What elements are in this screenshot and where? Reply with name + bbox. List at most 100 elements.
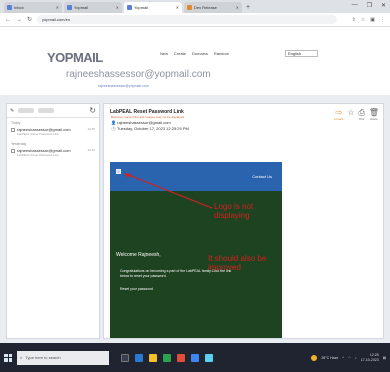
chrome-icon[interactable] <box>163 353 171 362</box>
reload-icon[interactable]: ↻ <box>27 16 32 23</box>
wifi-icon[interactable]: ◠ <box>348 356 351 360</box>
reset-password-link[interactable]: Reset your password <box>120 287 153 291</box>
close-window-button[interactable]: ✕ <box>381 2 386 9</box>
tab-label: Inbox <box>14 5 24 10</box>
refresh-icon[interactable]: ↻ <box>89 106 96 115</box>
file-explorer-icon[interactable] <box>149 353 157 362</box>
person-icon: 👤 <box>111 120 116 125</box>
language-select[interactable]: English <box>285 50 318 57</box>
welcome-heading: Welcome Rajneesh, <box>116 252 161 258</box>
weather-icon[interactable] <box>311 354 318 361</box>
window-controls: — ❐ ✕ <box>352 2 386 9</box>
share-icon[interactable]: ⇪ <box>352 17 356 23</box>
taskbar-search[interactable]: ⌕ Type here to search <box>17 350 109 365</box>
mail-time: 16:40 <box>87 148 95 152</box>
volume-icon[interactable]: ♪ <box>355 356 357 360</box>
system-tray: 26°C Haze ^ ◠ ♪ 12:25 17-10-2023 ▤ <box>311 353 386 362</box>
message-sender: 👤 rajneeshassessor@gmail.com <box>111 120 171 125</box>
clock[interactable]: 12:25 17-10-2023 <box>361 353 379 362</box>
app-icon[interactable] <box>205 353 213 362</box>
extensions-icon[interactable]: ▣ <box>370 17 375 23</box>
star-button[interactable]: ☆ <box>347 109 354 118</box>
menu-dots-icon[interactable]: ⋮ <box>380 17 385 23</box>
email-header-band: Contact Us <box>110 162 282 191</box>
browser-tab-yopmail-1[interactable]: Yopmail ✕ <box>64 2 122 13</box>
maximize-button[interactable]: ❐ <box>367 2 372 9</box>
edge-icon[interactable] <box>135 353 143 362</box>
create-link[interactable]: Create <box>174 51 186 56</box>
browser-tab-inbox[interactable]: Inbox ✕ <box>4 2 62 13</box>
windows-start-icon[interactable] <box>4 353 12 362</box>
message-tools: ⇨ Forward ☆ ⎙ Print 🗑 Delete <box>334 108 379 122</box>
reading-pane: LabPEAL Reset Password Link Bounces: som… <box>103 103 384 339</box>
inbox-address: rajneeshassessor@yopmail.com <box>66 69 211 80</box>
address-bar: ← → ↻ yopmail.com/en ⇪ ☆ ▣ ⋮ <box>0 13 390 27</box>
image-warning: Bounces: some links and images may not b… <box>111 115 185 119</box>
list-item[interactable]: rajneeshassessor@gmail.com LabPEAL Reset… <box>7 147 99 160</box>
alignment-annotation: It should also be improved <box>208 254 267 272</box>
url-text: yopmail.com/en <box>42 17 71 22</box>
mail-subject: LabPEAL Reset Password Link <box>17 132 59 136</box>
yopmail-header: YOPMAIL New Create Domains Random Englis… <box>0 27 390 95</box>
chevron-up-icon[interactable]: ^ <box>342 356 344 360</box>
url-field[interactable]: yopmail.com/en <box>37 15 338 24</box>
browser-tab-strip: Inbox ✕ Yopmail ✕ Yopmail ✕ Dev Release ✕ + … <box>0 0 390 13</box>
mail-icon <box>7 5 12 10</box>
app-icon[interactable] <box>177 353 185 362</box>
random-link[interactable]: Random <box>214 51 229 56</box>
mail-subject: LabPEAL Reset Password Link <box>17 153 59 157</box>
delete-button[interactable]: 🗑 Delete <box>368 108 379 122</box>
forward-icon: ⇨ <box>335 108 343 117</box>
new-link[interactable]: New <box>160 51 168 56</box>
email-content: Contact Us Welcome Rajneesh, Congratulat… <box>110 162 282 338</box>
checkbox[interactable] <box>11 127 15 132</box>
print-button[interactable]: ⎙ Print <box>358 108 365 122</box>
tab-label: Dev Release <box>194 5 217 10</box>
mail-main-area: ✎ ↻ Today rajneeshassessor@gmail.com Lab… <box>0 95 390 343</box>
orange-icon <box>187 5 192 10</box>
new-tab-button[interactable]: + <box>246 4 250 11</box>
app-icon[interactable] <box>191 353 199 362</box>
close-icon[interactable]: ✕ <box>236 5 239 10</box>
filter-pill[interactable] <box>18 108 35 113</box>
checkbox[interactable] <box>11 148 15 153</box>
message-date: 🕓 Tuesday, October 17, 2023 12:25:29 PM <box>111 126 189 131</box>
close-icon[interactable]: ✕ <box>176 5 179 10</box>
search-icon: ⌕ <box>20 355 23 360</box>
taskbar: ⌕ Type here to search 26°C Haze ^ ◠ ♪ 12… <box>0 343 390 372</box>
close-icon[interactable]: ✕ <box>56 5 59 10</box>
inbox-toolbar: ✎ ↻ <box>7 104 99 118</box>
star-icon: ☆ <box>347 108 355 117</box>
notifications-icon[interactable]: ▤ <box>383 356 386 360</box>
taskbar-apps <box>121 353 213 362</box>
inbox-group-label: Today <box>11 121 21 125</box>
mail-icon <box>67 5 72 10</box>
list-item[interactable]: rajneeshassessor@gmail.com LabPEAL Reset… <box>7 126 99 139</box>
tab-label: Yopmail <box>134 5 149 10</box>
forward-button[interactable]: ⇨ Forward <box>334 108 343 122</box>
forward-arrow-icon[interactable]: → <box>16 17 22 23</box>
domains-link[interactable]: Domains <box>192 51 208 56</box>
compose-icon[interactable]: ✎ <box>10 108 14 114</box>
minimize-button[interactable]: — <box>352 2 358 9</box>
mail-icon <box>127 5 132 10</box>
print-icon: ⎙ <box>358 108 365 117</box>
yopmail-logo[interactable]: YOPMAIL <box>47 50 103 65</box>
trash-icon: 🗑 <box>368 108 379 117</box>
close-icon[interactable]: ✕ <box>116 5 119 10</box>
clock-icon: 🕓 <box>111 126 116 131</box>
filter-pill[interactable] <box>38 108 55 113</box>
weather-text: 26°C Haze <box>321 355 339 360</box>
contact-us-link[interactable]: Contact Us <box>252 174 272 179</box>
task-view-icon[interactable] <box>121 353 129 362</box>
inbox-panel: ✎ ↻ Today rajneeshassessor@gmail.com Lab… <box>6 103 100 339</box>
logo-missing-annotation: Logo is not displaying <box>214 202 254 220</box>
browser-tools: ⇪ ☆ ▣ ⋮ <box>352 17 385 23</box>
inbox-group-label: Yesterday <box>11 142 27 146</box>
back-arrow-icon[interactable]: ← <box>5 17 11 23</box>
bookmark-star-icon[interactable]: ☆ <box>361 17 365 23</box>
browser-tab-dev-release[interactable]: Dev Release ✕ <box>184 2 242 13</box>
broken-image-icon <box>116 169 121 174</box>
alias-link[interactable]: rajneeshassessor@yopmail.com <box>98 84 149 88</box>
browser-tab-yopmail-2[interactable]: Yopmail ✕ <box>124 2 182 13</box>
